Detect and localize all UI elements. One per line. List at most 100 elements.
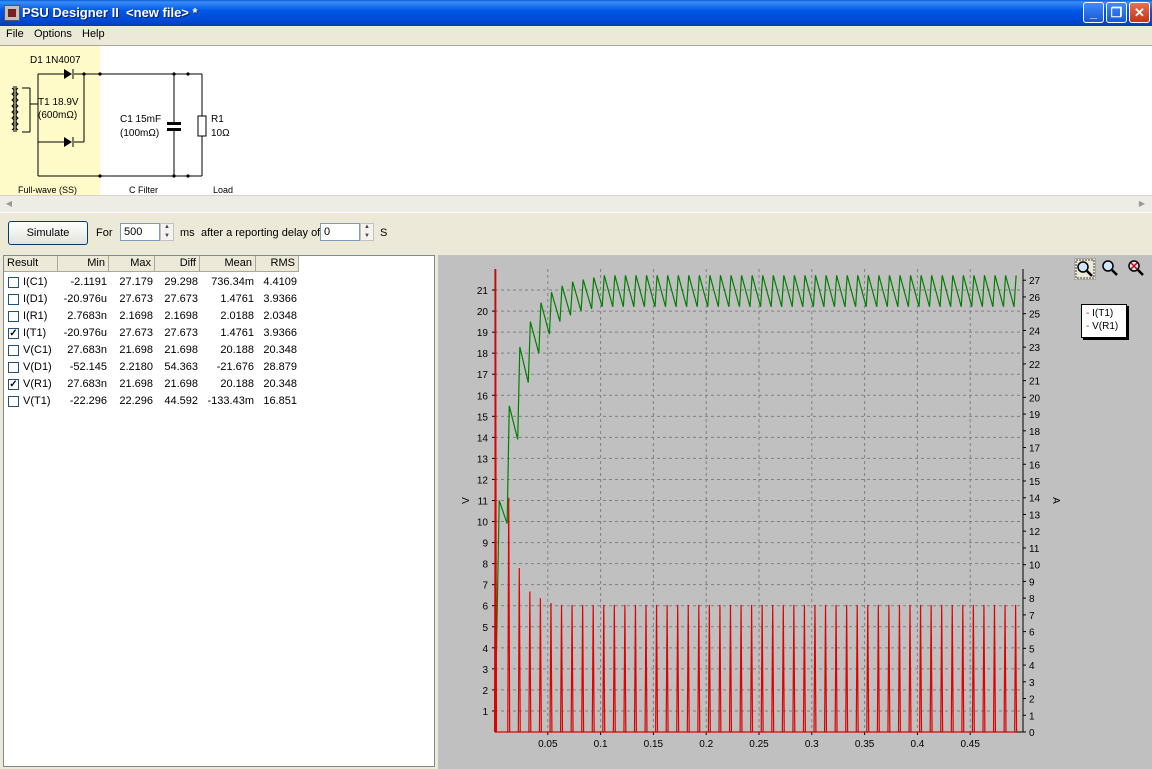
table-row[interactable]: I(R1) 2.7683n 2.1698 2.1698 2.0188 2.0348: [4, 308, 434, 325]
table-row[interactable]: V(C1) 27.683n 21.698 21.698 20.188 20.348: [4, 342, 434, 359]
result-max: 27.179: [119, 276, 153, 288]
for-label: For: [96, 227, 113, 239]
result-min: -2.1191: [70, 276, 108, 288]
result-max: 22.296: [119, 395, 153, 407]
result-diff: 2.1698: [164, 310, 198, 322]
y2-tick-label: 2: [1029, 695, 1035, 706]
x-tick-label: 0.4: [910, 739, 924, 750]
result-name: V(C1): [23, 344, 52, 356]
y-tick-label: 3: [482, 665, 488, 676]
duration-input[interactable]: 500: [120, 223, 160, 241]
result-mean: -21.676: [216, 361, 254, 373]
result-name: V(R1): [23, 378, 52, 390]
close-icon[interactable]: ✕: [1129, 2, 1150, 23]
legend-item: - I(T1): [1086, 308, 1113, 319]
y2-tick-label: 12: [1029, 527, 1041, 538]
minimize-icon[interactable]: _: [1083, 2, 1104, 23]
table-row[interactable]: I(D1) -20.976u 27.673 27.673 1.4761 3.9366: [4, 291, 434, 308]
result-diff: 44.592: [164, 395, 198, 407]
y-axis-label: V: [461, 497, 472, 504]
x-tick-label: 0.05: [538, 739, 558, 750]
scroll-right-icon[interactable]: ▶: [1135, 197, 1149, 211]
resistor-label: R1: [211, 114, 224, 125]
result-rms: 2.0348: [263, 310, 297, 322]
zoom-area-icon[interactable]: [1074, 258, 1096, 280]
result-max: 27.673: [119, 293, 153, 305]
simulate-button[interactable]: Simulate: [8, 221, 88, 245]
seconds-label: S: [380, 227, 388, 239]
table-row[interactable]: V(D1) -52.145 2.2180 54.363 -21.676 28.879: [4, 359, 434, 376]
result-name: I(T1): [23, 327, 47, 339]
y2-tick-label: 27: [1029, 276, 1041, 287]
zoom-icon[interactable]: [1100, 258, 1122, 280]
column-result[interactable]: Result: [4, 256, 58, 272]
duration-spinner[interactable]: ▲ ▼: [160, 223, 174, 241]
chart-panel: 1 2 3 4 5 6 7 8 9 10 11 12 13 14 15 16 17 18 19 20 21 0 1 2 3 4 5 6…: [438, 255, 1152, 769]
checkbox[interactable]: ✓: [8, 328, 19, 339]
column-mean[interactable]: Mean: [200, 256, 256, 272]
checkbox[interactable]: [8, 362, 19, 373]
checkbox[interactable]: [8, 396, 19, 407]
delay-spinner[interactable]: ▲ ▼: [360, 223, 374, 241]
result-min: 2.7683n: [67, 310, 107, 322]
checkbox[interactable]: ✓: [8, 379, 19, 390]
table-row[interactable]: I(C1) -2.1191 27.179 29.298 736.34m 4.4109: [4, 274, 434, 291]
menu-file[interactable]: File: [6, 28, 24, 40]
y-tick-label: 17: [477, 370, 489, 381]
results-header: Result Min Max Diff Mean RMS: [4, 256, 434, 272]
legend-label: V(R1): [1092, 321, 1119, 332]
y2-tick-label: 4: [1029, 661, 1035, 672]
y2-tick-label: 25: [1029, 310, 1041, 321]
chart-area[interactable]: 1234567891011121314151617181920210123456…: [438, 255, 1152, 769]
menu-options[interactable]: Options: [34, 28, 72, 40]
table-row[interactable]: V(T1) -22.296 22.296 44.592 -133.43m 16.851: [4, 393, 434, 410]
horizontal-scrollbar[interactable]: ◀ ▶: [0, 195, 1152, 212]
checkbox[interactable]: [8, 277, 19, 288]
y-tick-label: 14: [477, 433, 489, 444]
result-rms: 3.9366: [263, 327, 297, 339]
checkbox[interactable]: [8, 311, 19, 322]
x-tick-label: 0.45: [960, 739, 980, 750]
y-tick-label: 16: [477, 391, 489, 402]
result-diff: 54.363: [164, 361, 198, 373]
y2-tick-label: 11: [1029, 544, 1040, 555]
x-tick-label: 0.25: [749, 739, 769, 750]
y2-tick-label: 15: [1029, 477, 1041, 488]
column-diff[interactable]: Diff: [155, 256, 200, 272]
simulation-controls: Simulate For 500 ▲ ▼ ms after a reporting…: [0, 212, 1152, 253]
y-tick-label: 6: [482, 602, 488, 613]
table-row[interactable]: ✓ I(T1) -20.976u 27.673 27.673 1.4761 3.9366: [4, 325, 434, 342]
scroll-left-icon[interactable]: ◀: [2, 197, 16, 211]
checkbox[interactable]: [8, 345, 19, 356]
result-name: I(R1): [23, 310, 48, 322]
transformer-res-label: (600mΩ): [38, 110, 78, 121]
y-tick-label: 10: [477, 518, 489, 529]
result-max: 2.2180: [119, 361, 153, 373]
column-min[interactable]: Min: [58, 256, 109, 272]
result-name: I(C1): [23, 276, 48, 288]
zoom-reset-icon[interactable]: [1126, 258, 1148, 280]
column-rms[interactable]: RMS: [256, 256, 299, 272]
checkbox[interactable]: [8, 294, 19, 305]
result-mean: 2.0188: [220, 310, 254, 322]
result-min: 27.683n: [67, 344, 107, 356]
y2-tick-label: 20: [1029, 393, 1041, 404]
delay-input[interactable]: 0: [320, 223, 360, 241]
menu-bar: File Options Help: [0, 26, 1152, 45]
schematic-panel: D1 1N4007 T1 18.9V (600mΩ) C1 15mF (100m…: [0, 45, 1152, 196]
y-tick-label: 20: [477, 307, 489, 318]
menu-help[interactable]: Help: [82, 28, 105, 40]
result-mean: 1.4761: [220, 327, 254, 339]
x-tick-label: 0.3: [805, 739, 819, 750]
column-max[interactable]: Max: [109, 256, 155, 272]
table-row[interactable]: ✓ V(R1) 27.683n 21.698 21.698 20.188 20.348: [4, 376, 434, 393]
result-rms: 3.9366: [263, 293, 297, 305]
legend-item: - V(R1): [1086, 321, 1118, 332]
capacitor-label: C1 15mF: [120, 114, 162, 125]
ms-label: ms: [180, 227, 195, 239]
restore-icon[interactable]: ❐: [1106, 2, 1127, 23]
y2-tick-label: 3: [1029, 678, 1035, 689]
result-name: V(D1): [23, 361, 52, 373]
app-icon: [4, 5, 20, 21]
y2-tick-label: 13: [1029, 510, 1041, 521]
